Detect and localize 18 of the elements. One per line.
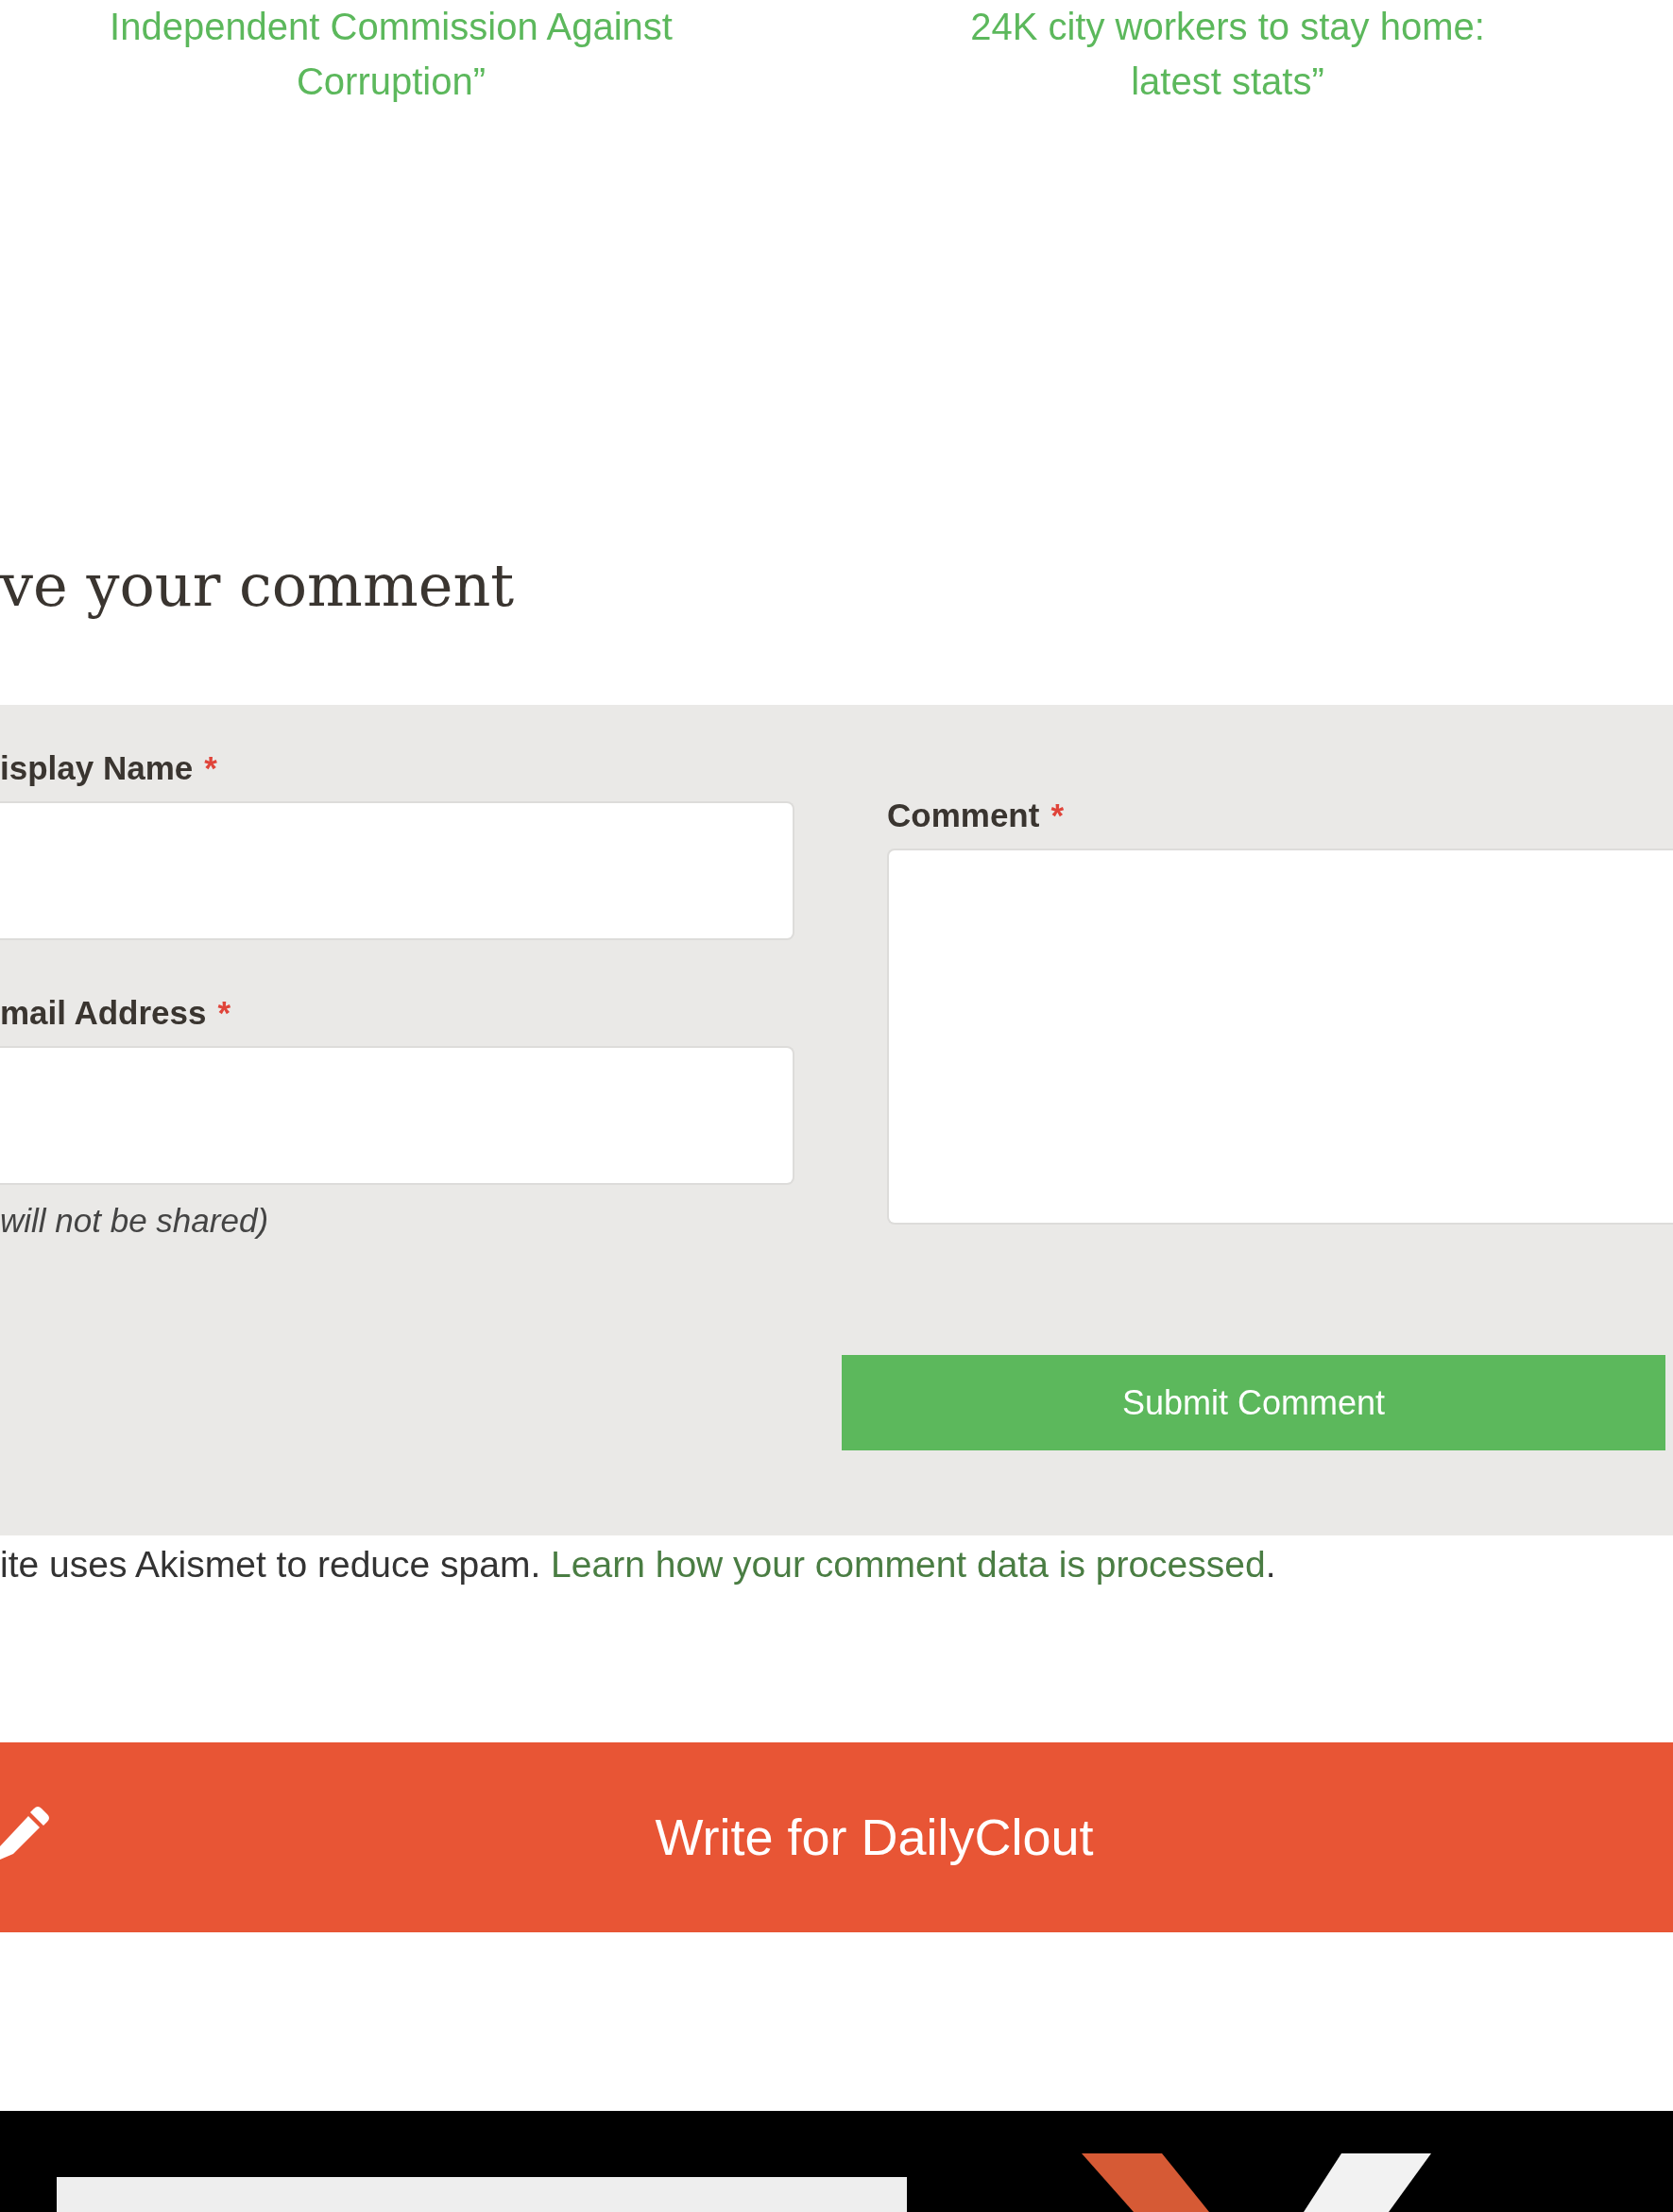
- banner-label: Write for DailyClout: [655, 1808, 1094, 1867]
- related-post-link[interactable]: Independent Commission Against Corruption”: [89, 0, 693, 529]
- required-mark: *: [1050, 795, 1065, 835]
- text-field[interactable]: [0, 801, 794, 940]
- required-mark: *: [204, 747, 217, 788]
- comment-heading: ve your comment: [0, 550, 515, 622]
- spam-notice: ite uses Akismet to reduce spam. Learn how your comment data is processed.: [0, 1543, 1277, 1586]
- text-field[interactable]: [0, 1046, 794, 1185]
- field-label: isplay Name: [0, 747, 194, 788]
- submit-button[interactable]: Submit Comment: [842, 1355, 1665, 1450]
- related-post-link[interactable]: 24K city workers to stay home: latest stats”: [925, 0, 1530, 529]
- field-label: Comment: [887, 795, 1040, 835]
- comment-field[interactable]: [887, 849, 1673, 1225]
- required-mark: *: [217, 992, 231, 1033]
- write-banner[interactable]: Write for DailyClout: [0, 1742, 1673, 1932]
- field-label: mail Address: [0, 992, 207, 1033]
- privacy-link[interactable]: Learn how your comment data is processed: [551, 1544, 1266, 1585]
- field-note: will not be shared): [0, 1201, 270, 1241]
